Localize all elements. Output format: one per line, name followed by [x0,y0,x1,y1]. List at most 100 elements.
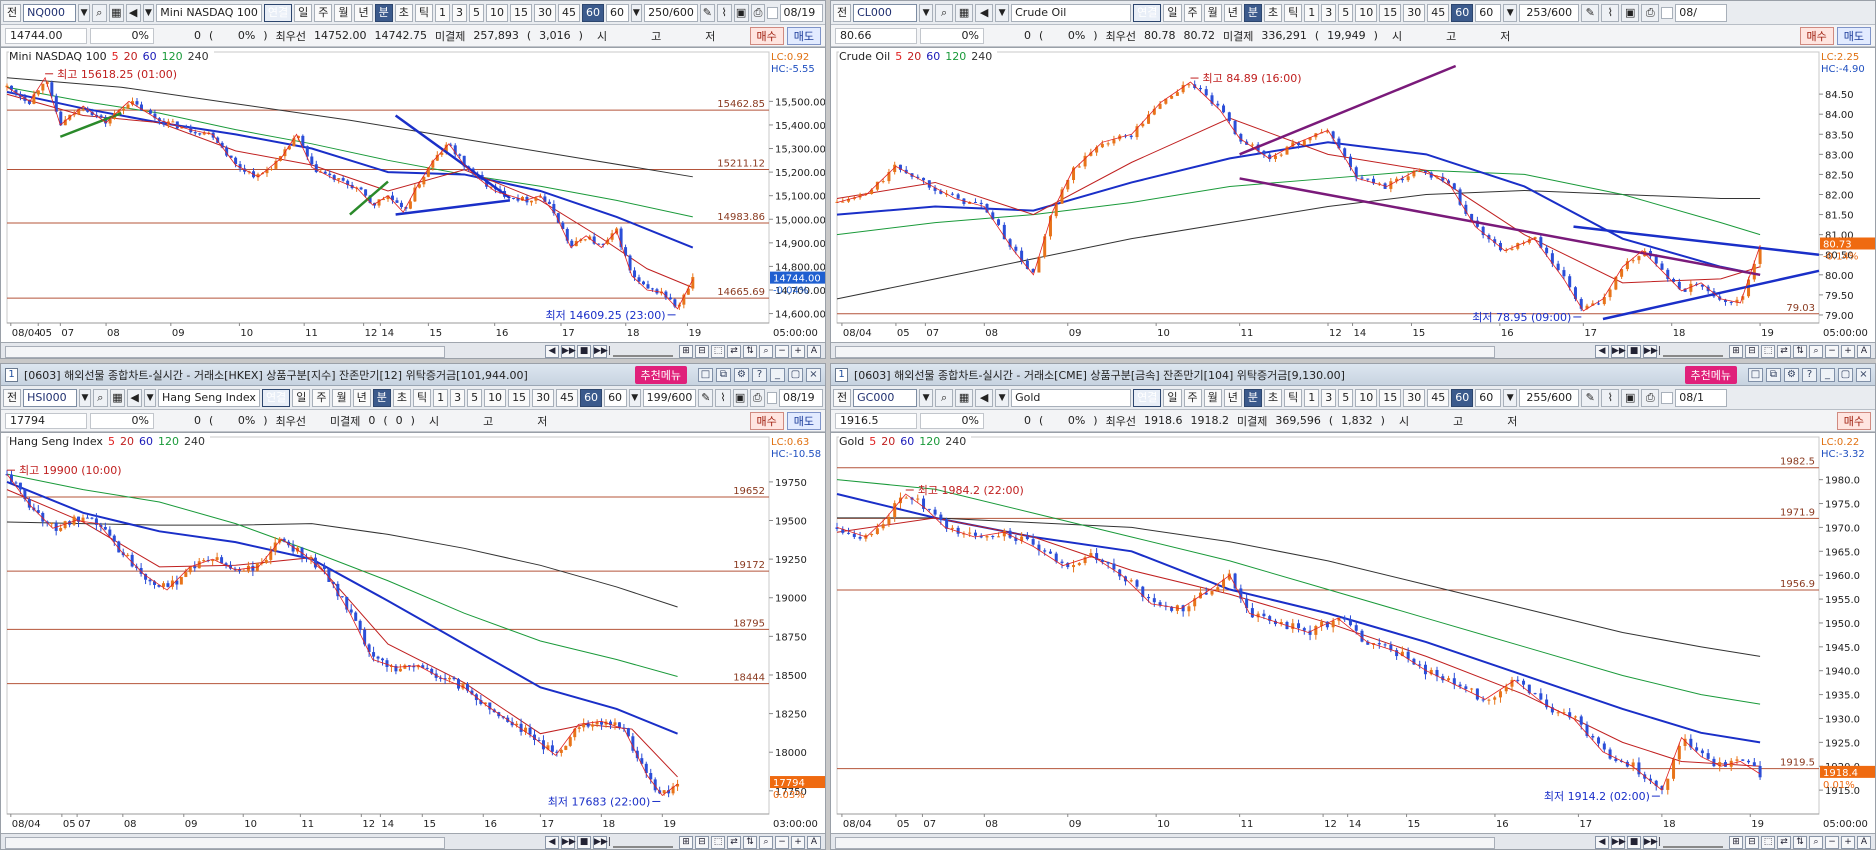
frame-icon[interactable]: ⬚ [711,345,725,358]
split-icon[interactable]: ⊟ [1745,836,1759,849]
draw-tool-icon[interactable]: ✎ [1581,3,1600,22]
print-icon[interactable]: ⎙ [750,3,766,22]
interval-button[interactable]: 60 [1451,388,1474,407]
layout-icon[interactable]: □ [698,367,713,382]
frame-icon[interactable]: ⬚ [1761,345,1775,358]
scroll-end-button[interactable]: ▶▶| [1643,836,1661,849]
copy-icon[interactable]: ⧉ [716,367,731,382]
interval-button[interactable]: 15 [1379,388,1402,407]
second-unit-button[interactable]: 초 [392,388,411,407]
recommend-menu-button[interactable]: 추천메뉴 [634,365,687,384]
market-menu-button[interactable]: 전 [3,3,22,22]
print-icon[interactable]: ⎙ [1641,388,1660,407]
interval-button[interactable]: 10 [484,388,507,407]
sound-icon[interactable]: ◀ [127,388,143,407]
stack-icon[interactable]: ⇅ [1793,836,1807,849]
interval-button[interactable]: 10 [1355,388,1378,407]
interval-button[interactable]: 1 [1304,3,1320,22]
grid-icon[interactable]: ▦ [108,3,124,22]
interval-button[interactable]: 3 [1321,388,1337,407]
interval-button[interactable]: 15 [508,388,531,407]
symbol-dropdown-icon[interactable]: ▼ [919,3,934,22]
stop-button[interactable]: ■ [1627,345,1641,358]
zoom-icon[interactable]: ⌕ [1809,345,1823,358]
help-icon[interactable]: ? [752,367,767,382]
interval-button[interactable]: 60 [580,388,603,407]
interval-button[interactable]: 5 [1338,388,1354,407]
interval-button[interactable]: 45 [1427,3,1450,22]
interval-dropdown-icon[interactable]: ▼ [1503,388,1518,407]
interval-button[interactable]: 45 [556,388,579,407]
zoom-out-button[interactable]: − [775,836,789,849]
split-icon[interactable]: ⊟ [695,345,709,358]
sell-button[interactable]: 매도 [786,26,821,45]
second-unit-button[interactable]: 초 [394,3,413,22]
split-icon[interactable]: ⊟ [695,836,709,849]
period-button[interactable]: 년 [352,388,371,407]
interval-dropdown-icon[interactable]: ▼ [1503,3,1518,22]
symbol-code-input[interactable]: NQ000 [23,3,77,22]
scroll-left-button[interactable]: ◀ [545,836,559,849]
interval-button[interactable]: 30 [1403,388,1426,407]
play-button[interactable]: ▶▶ [1611,345,1626,358]
interval-select[interactable]: 60 [1475,3,1502,22]
sound-icon[interactable]: ◀ [975,3,994,22]
horizontal-scrollbar[interactable] [835,345,1495,358]
interval-dropdown-icon[interactable]: ▼ [630,3,643,22]
split-icon[interactable]: ⊟ [1745,345,1759,358]
interval-button[interactable]: 45 [557,3,580,22]
symbol-code-input[interactable]: CL000 [853,3,918,22]
grid-icon[interactable]: ▦ [955,3,974,22]
link-toggle-button[interactable]: 연결 [263,3,293,22]
date-checkbox[interactable] [1661,6,1674,19]
date-checkbox[interactable] [1661,391,1674,404]
symbol-dropdown-icon[interactable]: ▼ [919,388,934,407]
period-button[interactable]: 년 [1223,388,1242,407]
minute-unit-button[interactable]: 분 [1243,3,1262,22]
period-button[interactable]: 일 [292,388,311,407]
auto-scale-button[interactable]: A [1857,836,1871,849]
save-icon[interactable]: ▣ [1621,388,1640,407]
grid-icon[interactable]: ▦ [109,388,126,407]
indicator-icon[interactable]: ⌇ [716,3,732,22]
print-icon[interactable]: ⎙ [749,388,765,407]
period-button[interactable]: 주 [1183,388,1202,407]
zoom-out-button[interactable]: − [1825,345,1839,358]
interval-button[interactable]: 3 [451,3,467,22]
horizontal-scrollbar[interactable] [835,836,1495,849]
interval-select[interactable]: 60 [605,3,629,22]
tick-unit-button[interactable]: 틱 [412,388,432,407]
interval-button[interactable]: 60 [1451,3,1474,22]
stack-icon[interactable]: ⇅ [743,836,757,849]
zoom-out-button[interactable]: − [775,345,789,358]
interval-button[interactable]: 1 [1304,388,1320,407]
zoom-slider[interactable] [1663,838,1723,848]
tick-unit-button[interactable]: 틱 [1284,3,1303,22]
auto-scale-button[interactable]: A [1857,345,1871,358]
sell-button[interactable]: 매도 [786,411,821,430]
market-menu-button[interactable]: 전 [833,388,852,407]
link-toggle-button[interactable]: 연결 [1133,3,1162,22]
search-icon[interactable]: ⌕ [935,3,954,22]
period-button[interactable]: 월 [1203,3,1222,22]
zoom-out-button[interactable]: − [1825,836,1839,849]
layout-icon[interactable]: ⊞ [679,836,693,849]
sound-dropdown-icon[interactable]: ▼ [142,3,155,22]
date-field[interactable]: 08/19 [778,388,824,407]
stop-button[interactable]: ■ [577,836,591,849]
interval-button[interactable]: 10 [1355,3,1378,22]
market-menu-button[interactable]: 전 [3,388,22,407]
period-button[interactable]: 년 [354,3,373,22]
buy-button[interactable]: 매수 [1836,411,1871,430]
sound-dropdown-icon[interactable]: ▼ [995,3,1010,22]
zoom-icon[interactable]: ⌕ [1809,836,1823,849]
indicator-icon[interactable]: ⌇ [1601,3,1620,22]
interval-button[interactable]: 1 [433,388,449,407]
minute-unit-button[interactable]: 분 [1243,388,1262,407]
tick-unit-button[interactable]: 틱 [414,3,433,22]
period-button[interactable]: 주 [312,388,331,407]
period-button[interactable]: 월 [1203,388,1222,407]
search-icon[interactable]: ⌕ [92,388,108,407]
interval-button[interactable]: 30 [1403,3,1426,22]
save-icon[interactable]: ▣ [732,388,748,407]
